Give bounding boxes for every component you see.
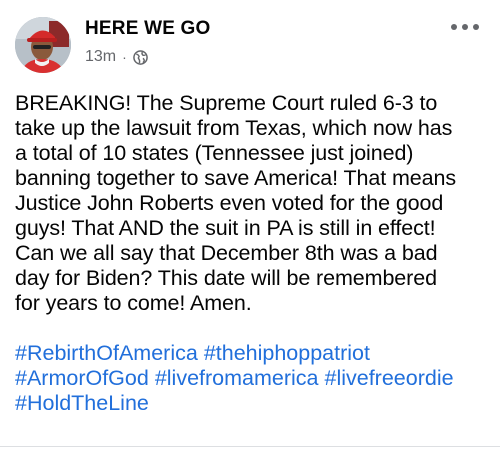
hashtag-link[interactable]: #ArmorOfGod xyxy=(15,366,149,390)
post-body: BREAKING! The Supreme Court ruled 6-3 to… xyxy=(15,91,457,315)
author-name[interactable]: HERE WE GO xyxy=(85,18,211,40)
post-header: HERE WE GO 13m · xyxy=(15,12,485,73)
hashtags: #RebirthOfAmerica #thehiphoppatriot #Arm… xyxy=(15,341,493,416)
timestamp[interactable]: 13m xyxy=(85,48,116,66)
avatar[interactable] xyxy=(15,17,71,73)
more-dot xyxy=(462,24,468,30)
post-meta: 13m · xyxy=(85,48,148,66)
hashtag-link[interactable]: #HoldTheLine xyxy=(15,391,149,415)
hashtag-link[interactable]: #livefromamerica xyxy=(155,366,319,390)
avatar-image xyxy=(15,17,71,73)
divider xyxy=(0,446,500,447)
globe-icon[interactable] xyxy=(132,49,148,65)
more-dot xyxy=(473,24,479,30)
meta-separator: · xyxy=(122,49,127,65)
more-dot xyxy=(451,24,457,30)
post-card: HERE WE GO 13m · BREAKING! The Supreme C… xyxy=(0,0,500,449)
more-options-icon[interactable] xyxy=(451,20,479,34)
hashtag-link[interactable]: #RebirthOfAmerica xyxy=(15,341,198,365)
hashtag-link[interactable]: #livefreeordie xyxy=(324,366,453,390)
hashtag-link[interactable]: #thehiphoppatriot xyxy=(204,341,370,365)
